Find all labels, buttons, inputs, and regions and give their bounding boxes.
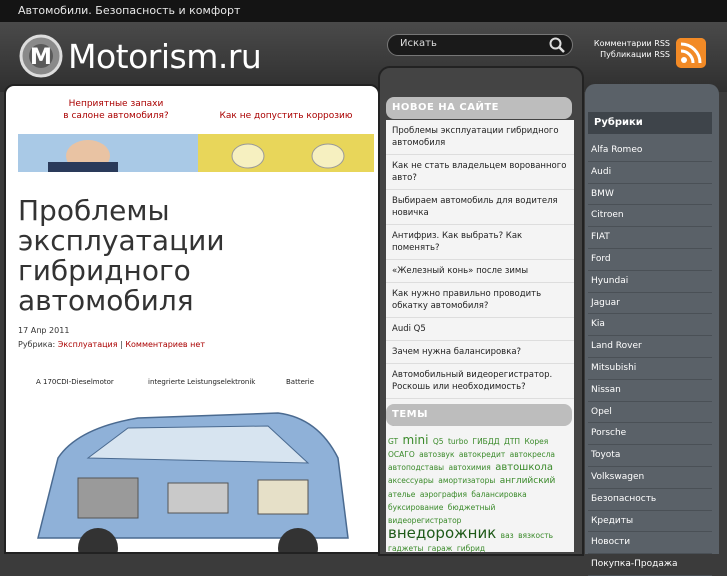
tag-link[interactable]: автозвук xyxy=(419,450,454,459)
diagram-label: A 170CDI-Dieselmotor xyxy=(36,378,114,386)
sidebar-item[interactable]: Audi xyxy=(588,162,712,184)
tag-link[interactable]: английский xyxy=(500,476,556,486)
tag-link[interactable]: mini xyxy=(403,433,429,447)
tag-link[interactable]: GT xyxy=(388,437,398,446)
sidebar-item[interactable]: Nissan xyxy=(588,380,712,402)
tag-link[interactable]: гибрид xyxy=(457,544,485,552)
tag-link[interactable]: аксессуары xyxy=(388,476,434,485)
sidebar-item[interactable]: Kia xyxy=(588,314,712,337)
list-item[interactable]: Выбираем автомобиль для водителя новичка xyxy=(386,190,574,225)
gear-logo-icon: M xyxy=(19,34,63,78)
sidebar-item[interactable]: Jaguar xyxy=(588,293,712,315)
site-tagline: Автомобили. Безопасность и комфорт xyxy=(18,4,241,17)
tag-link[interactable]: ателье xyxy=(388,490,415,499)
tag-link[interactable]: балансировка xyxy=(471,490,526,499)
teaser-odors[interactable]: Неприятные запахи в салоне автомобиля? xyxy=(46,98,186,122)
rubrics-list: Alfa Romeo Audi BMW Citroen FIAT Ford Hy… xyxy=(588,140,712,576)
site-logo[interactable]: M Motorism.ru xyxy=(16,32,262,80)
sidebar-item[interactable]: Mitsubishi xyxy=(588,358,712,380)
sidebar-item[interactable]: Ford xyxy=(588,249,712,271)
category-link[interactable]: Эксплуатация xyxy=(58,340,118,349)
sidebar-item[interactable]: Alfa Romeo xyxy=(588,140,712,162)
tag-link[interactable]: автошкола xyxy=(495,462,553,473)
main-content: Неприятные запахи в салоне автомобиля? К… xyxy=(4,84,380,554)
sidebar-item[interactable]: Citroen xyxy=(588,205,712,228)
rubrics-heading: Рубрики xyxy=(588,112,712,134)
list-item[interactable]: Audi Q5 xyxy=(386,318,574,341)
hybrid-car-diagram: A 170CDI-Dieselmotor integrierte Leistun… xyxy=(36,378,349,552)
search-input[interactable]: Искать xyxy=(387,34,573,56)
tag-link[interactable]: Q5 xyxy=(433,437,444,446)
sidebar-item[interactable]: Hyundai xyxy=(588,271,712,293)
rss-comments-link[interactable]: Комментарии RSS xyxy=(560,38,670,49)
new-on-site-list: Проблемы эксплуатации гибридного автомоб… xyxy=(386,120,574,434)
category-label: Рубрика: xyxy=(18,340,56,349)
tag-cloud: GT mini Q5 turbo ГИБДД ДТП Корея ОСАГО а… xyxy=(386,432,574,552)
sidebar-item[interactable]: Porsche xyxy=(588,423,712,446)
banner-image[interactable] xyxy=(18,134,374,172)
search-placeholder: Искать xyxy=(400,38,437,49)
sidebar-item[interactable]: Toyota xyxy=(588,445,712,467)
tag-link[interactable]: ГИБДД xyxy=(473,437,500,446)
new-on-site-heading: НОВОЕ НА САЙТЕ xyxy=(386,97,572,119)
site-header: M Motorism.ru Искать Комментарии RSS Пуб… xyxy=(0,22,727,92)
tag-link[interactable]: автокресла xyxy=(510,450,555,459)
teaser-line: в салоне автомобиля? xyxy=(63,111,169,121)
sidebar-item[interactable]: Land Rover xyxy=(588,336,712,358)
sidebar-item[interactable]: BMW xyxy=(588,184,712,206)
tag-link[interactable]: автоподставы xyxy=(388,463,444,472)
teaser-line: Как не допустить коррозию xyxy=(219,111,353,121)
comments-link[interactable]: Комментариев нет xyxy=(125,340,205,349)
rss-links: Комментарии RSS Публикации RSS xyxy=(560,38,670,60)
tag-link[interactable]: буксирование xyxy=(388,503,443,512)
article-date: 17 Апр 2011 xyxy=(18,326,70,335)
topics-heading: ТЕМЫ xyxy=(386,404,572,426)
sidebar-item[interactable]: Покупка-Продажа xyxy=(588,554,712,576)
list-item[interactable]: Автомобильный видеорегистратор. Роскошь … xyxy=(386,364,574,399)
sidebar-item[interactable]: Кредиты xyxy=(588,511,712,533)
tag-link[interactable]: внедорожник xyxy=(388,524,496,542)
rss-icon[interactable] xyxy=(676,38,706,68)
list-item[interactable]: Зачем нужна балансировка? xyxy=(386,341,574,364)
list-item[interactable]: Как не стать владельцем ворованного авто… xyxy=(386,155,574,190)
diagram-label: Batterie xyxy=(286,378,314,386)
list-item[interactable]: Как нужно правильно проводить обкатку ав… xyxy=(386,283,574,318)
tag-link[interactable]: гаджеты xyxy=(388,544,423,552)
tag-link[interactable]: автокредит xyxy=(459,450,505,459)
top-bar: Автомобили. Безопасность и комфорт xyxy=(0,0,727,22)
article-meta: Рубрика: Эксплуатация | Комментариев нет xyxy=(18,340,205,349)
logo-text: Motorism.ru xyxy=(68,36,262,76)
tag-link[interactable]: автохимия xyxy=(448,463,490,472)
diagram-label: integrierte Leistungselektronik xyxy=(148,378,256,386)
sidebar-item[interactable]: Volkswagen xyxy=(588,467,712,489)
tag-link[interactable]: гараж xyxy=(428,544,453,552)
teaser-corrosion[interactable]: Как не допустить коррозию xyxy=(206,110,366,122)
sidebar-item[interactable]: Opel xyxy=(588,402,712,424)
tag-link[interactable]: turbo xyxy=(448,437,468,446)
article-title[interactable]: Проблемы эксплуатации гибридного автомоб… xyxy=(18,196,358,316)
sidebar-item[interactable]: Безопасность xyxy=(588,489,712,511)
teaser-line: Неприятные запахи xyxy=(68,99,164,109)
tag-link[interactable]: бюджетный xyxy=(448,503,496,512)
tag-link[interactable]: ваз xyxy=(501,531,514,540)
tag-link[interactable]: ДТП xyxy=(504,437,520,446)
svg-text:M: M xyxy=(30,45,52,70)
sidebar-item[interactable]: FIAT xyxy=(588,227,712,249)
tag-link[interactable]: Корея xyxy=(524,437,548,446)
rss-posts-link[interactable]: Публикации RSS xyxy=(560,49,670,60)
tag-link[interactable]: амортизаторы xyxy=(438,476,495,485)
tag-link[interactable]: вязкость xyxy=(518,531,553,540)
list-item[interactable]: Проблемы эксплуатации гибридного автомоб… xyxy=(386,120,574,155)
list-item[interactable]: Антифриз. Как выбрать? Как поменять? xyxy=(386,225,574,260)
tag-link[interactable]: аэрография xyxy=(420,490,467,499)
list-item[interactable]: «Железный конь» после зимы xyxy=(386,260,574,283)
sidebar-item[interactable]: Новости xyxy=(588,532,712,555)
tag-link[interactable]: ОСАГО xyxy=(388,450,415,459)
